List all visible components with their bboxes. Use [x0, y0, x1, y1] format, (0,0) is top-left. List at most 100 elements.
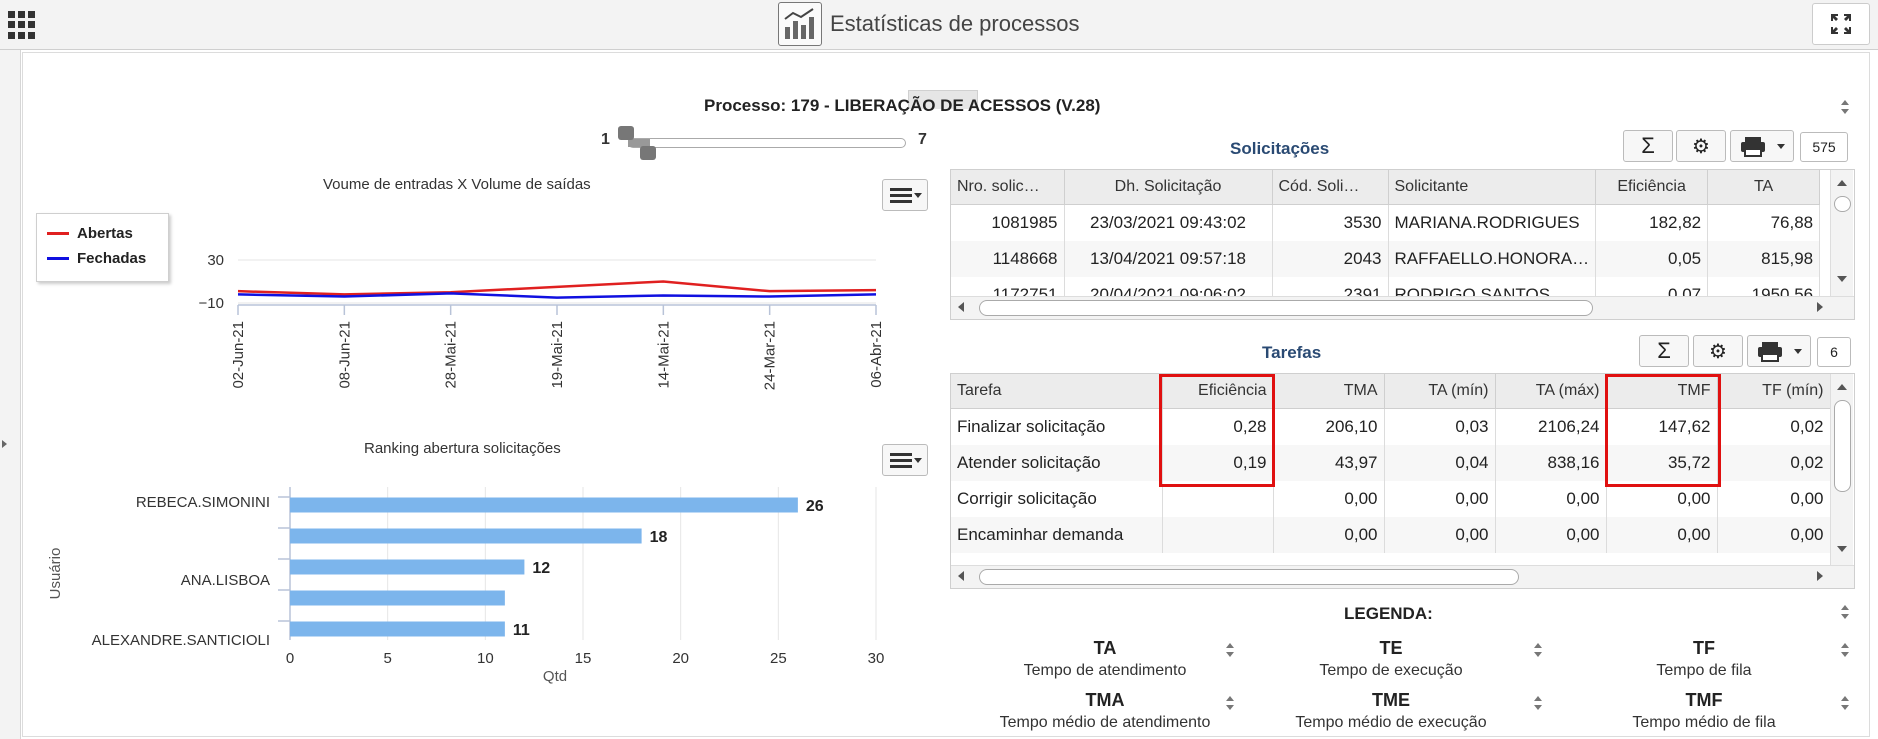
scroll-thumb[interactable] [979, 300, 1593, 316]
y-tick-label: −10 [199, 295, 224, 312]
scroll-left-icon[interactable] [958, 571, 964, 581]
table-cell: 0,00 [1273, 517, 1385, 553]
x-tick-label: 19-Mai-21 [549, 321, 566, 389]
statistics-chart-icon [778, 2, 822, 46]
table-cell: 0,02 [1717, 408, 1831, 445]
bar-chart: 0 5 10 15 20 25 30 26 18 12 11 REBECA.SIMONINI ANA.L… [47, 487, 884, 685]
slider-max-label: 7 [918, 131, 927, 148]
solicitacoes-title: Solicitações [1230, 139, 1330, 158]
x-tick-label: 25 [770, 650, 787, 667]
version-slider-handle-min[interactable] [618, 126, 634, 140]
version-slider-track[interactable] [628, 138, 906, 148]
x-tick-label: 15 [575, 650, 592, 667]
column-header[interactable]: Tarefa [951, 374, 1163, 409]
caret-down-icon [914, 193, 922, 198]
printer-icon [1758, 342, 1802, 362]
left-collapse-strip[interactable] [0, 50, 21, 739]
table-cell: 0,00 [1495, 481, 1607, 517]
table-cell: Corrigir solicitação [951, 481, 1163, 517]
column-header[interactable]: Eficiência [1595, 170, 1709, 205]
legend-scroll-icon[interactable] [1838, 640, 1852, 660]
scroll-down-icon[interactable] [1837, 276, 1847, 282]
legend-abbr: TE [1379, 638, 1403, 658]
print-button[interactable] [1747, 335, 1811, 367]
legend-scroll-icon[interactable] [1531, 693, 1545, 713]
highlight-tmf [1605, 374, 1721, 487]
bar [290, 559, 525, 575]
column-header[interactable]: TMA [1273, 374, 1385, 409]
tarefas-vscroll[interactable] [1830, 374, 1853, 565]
table-cell: Finalizar solicitação [951, 408, 1163, 445]
x-tick-label: 5 [383, 650, 391, 667]
scroll-right-icon[interactable] [1817, 571, 1823, 581]
bar-data-label: 18 [650, 529, 668, 546]
sum-button[interactable]: Σ [1639, 335, 1689, 367]
scroll-up-icon[interactable] [1837, 384, 1847, 390]
table-cell: 3530 [1272, 204, 1389, 241]
highlight-eficiencia [1159, 374, 1275, 487]
line-chart-menu-button[interactable] [882, 179, 928, 211]
table-cell: 838,16 [1495, 445, 1607, 481]
table-row[interactable]: 1148668 13/04/2021 09:57:18 2043 RAFFAEL… [951, 241, 1821, 277]
column-header[interactable]: TA (máx) [1495, 374, 1607, 409]
version-slider-handle-max[interactable] [640, 146, 656, 160]
scroll-thumb[interactable] [1834, 400, 1851, 492]
apps-grid-icon[interactable] [8, 11, 36, 39]
settings-button[interactable]: ⚙ [1693, 335, 1743, 367]
table-cell: 0,02 [1717, 445, 1831, 481]
sigma-icon: Σ [1641, 133, 1655, 158]
legend-scroll-icon[interactable] [1838, 693, 1852, 713]
legend-scroll-icon[interactable] [1531, 640, 1545, 660]
scroll-thumb[interactable] [1834, 196, 1851, 212]
legend-desc: Tempo médio de atendimento [999, 714, 1211, 731]
panel-scroll-icon[interactable] [1838, 97, 1852, 117]
table-cell: MARIANA.RODRIGUES [1388, 204, 1597, 241]
y-category-label: REBECA.SIMONINI [136, 494, 270, 511]
scroll-thumb[interactable] [979, 569, 1519, 585]
column-header[interactable]: Nro. solic… [951, 170, 1065, 205]
legend-desc: Tempo de atendimento [1023, 662, 1187, 679]
legend-scroll-icon[interactable] [1838, 602, 1852, 622]
line-chart-legend: Abertas Fechadas [36, 213, 169, 282]
sigma-icon: Σ [1657, 338, 1671, 363]
column-header[interactable]: Solicitante [1388, 170, 1597, 205]
solicitacoes-count[interactable]: 575 [1800, 132, 1848, 162]
legend-item-fechadas[interactable]: Fechadas [47, 250, 146, 267]
print-button[interactable] [1730, 130, 1794, 162]
solicitacoes-table: Nro. solic… Dh. Solicitação Cód. Soli… S… [951, 170, 1821, 313]
table-cell: 23/03/2021 09:43:02 [1064, 204, 1273, 241]
scroll-right-icon[interactable] [1817, 302, 1823, 312]
table-cell: Atender solicitação [951, 445, 1163, 481]
column-header[interactable]: TA (mín) [1384, 374, 1496, 409]
legend-item-tf: TF Tempo de fila [1554, 636, 1854, 684]
fullscreen-button[interactable] [1812, 3, 1870, 45]
solicitacoes-vscroll[interactable] [1830, 170, 1853, 296]
table-cell: 2106,24 [1495, 408, 1607, 445]
legend-scroll-icon[interactable] [1223, 693, 1237, 713]
column-header[interactable]: TF (mín) [1717, 374, 1831, 409]
legend-scroll-icon[interactable] [1223, 640, 1237, 660]
table-cell: 1148668 [951, 241, 1065, 277]
settings-button[interactable]: ⚙ [1676, 130, 1726, 162]
column-header[interactable]: TA [1707, 170, 1821, 205]
sum-button[interactable]: Σ [1623, 130, 1673, 162]
bar-data-label: 26 [806, 498, 824, 515]
table-row[interactable]: 1081985 23/03/2021 09:43:02 3530 MARIANA… [951, 204, 1821, 241]
gear-icon: ⚙ [1709, 341, 1727, 363]
scroll-left-icon[interactable] [958, 302, 964, 312]
y-category-label: ALEXANDRE.SANTICIOLI [92, 632, 270, 649]
tarefas-count[interactable]: 6 [1817, 337, 1851, 367]
bar-chart-title: Ranking abertura solicitações [364, 440, 561, 457]
table-cell: 0,00 [1717, 517, 1831, 553]
table-row[interactable]: Encaminhar demanda 0,00 0,00 0,00 0,00 0… [951, 517, 1831, 553]
column-header[interactable]: Dh. Solicitação [1064, 170, 1273, 205]
column-header[interactable]: Cód. Soli… [1272, 170, 1389, 205]
scroll-down-icon[interactable] [1837, 546, 1847, 552]
legend-item-tmf: TMF Tempo médio de fila [1554, 688, 1854, 736]
bar [290, 621, 505, 637]
tarefas-hscroll[interactable] [951, 565, 1854, 588]
scroll-up-icon[interactable] [1837, 180, 1847, 186]
hamburger-icon [890, 453, 912, 468]
legend-item-abertas[interactable]: Abertas [47, 225, 133, 242]
solicitacoes-hscroll[interactable] [951, 296, 1854, 319]
